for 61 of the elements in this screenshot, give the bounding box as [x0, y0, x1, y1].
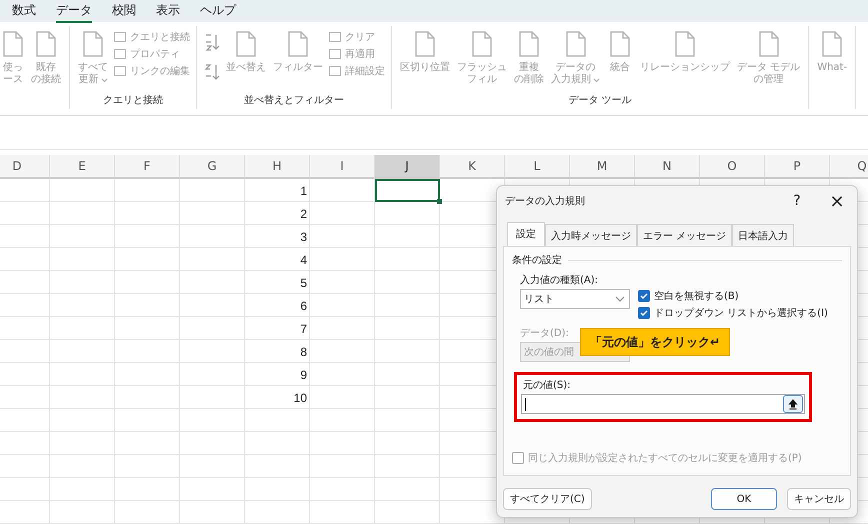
table-cell-text: 6	[299, 298, 308, 315]
allow-dropdown[interactable]: リスト	[520, 289, 630, 309]
dialog-tab[interactable]: 日本語入力	[732, 224, 794, 246]
group-label: クエリと接続	[103, 94, 163, 108]
column-header[interactable]: F	[115, 155, 180, 179]
cancel-button[interactable]: キャンセル	[787, 488, 851, 510]
column-header[interactable]: Q	[830, 155, 868, 179]
menu-tab[interactable]: ヘルプ	[200, 0, 236, 22]
table-cell-text: 10	[292, 390, 308, 407]
column-header[interactable]: K	[440, 155, 505, 179]
active-cell[interactable]	[375, 179, 440, 202]
menu-tab[interactable]: 数式	[12, 0, 36, 22]
column-header[interactable]: G	[180, 155, 245, 179]
column-header[interactable]: L	[505, 155, 570, 179]
group-label: データ ツール	[568, 94, 632, 108]
help-button[interactable]: ?	[777, 192, 817, 210]
column-header[interactable]: I	[310, 155, 375, 179]
table-cell-text: 8	[299, 344, 308, 361]
dialog-tab[interactable]: 入力時メッセージ	[545, 224, 637, 246]
ok-button[interactable]: OK	[711, 488, 777, 510]
table-cell-text: 2	[299, 206, 308, 223]
dialog-tab[interactable]: 設定	[507, 222, 545, 246]
table-cell-text: 1	[299, 183, 308, 200]
dialog-tab[interactable]: エラー メッセージ	[637, 224, 732, 246]
column-header[interactable]: E	[50, 155, 115, 179]
callout: 「元の値」をクリック↵	[580, 328, 730, 356]
checkbox-label: 同じ入力規則が設定されたすべてのセルに変更を適用する(P)	[528, 452, 802, 465]
field-label: 入力値の種類(A):	[520, 274, 598, 287]
field-label: データ(D):	[520, 327, 569, 340]
checkbox-label: ドロップダウン リストから選択する(I)	[654, 306, 828, 320]
column-header[interactable]: D	[0, 155, 50, 179]
upload-icon	[788, 398, 798, 410]
checkbox-label: 空白を無視する(B)	[654, 290, 739, 303]
group-label: 並べ替えとフィルター	[244, 94, 344, 108]
chevron-icon	[615, 296, 625, 302]
column-header[interactable]: P	[765, 155, 830, 179]
checkbox[interactable]	[512, 452, 524, 464]
sort-ascending-icon[interactable]	[203, 32, 221, 52]
menu-tab[interactable]: データ	[56, 0, 92, 22]
column-header[interactable]: N	[635, 155, 700, 179]
table-cell-text: 9	[299, 367, 308, 384]
section-heading: 条件の設定	[512, 254, 562, 267]
field-label: 元の値(S):	[523, 379, 572, 392]
column-header[interactable]: J	[375, 155, 440, 179]
close-button[interactable]: ×	[817, 190, 857, 212]
table-cell-text: 3	[299, 229, 308, 246]
menu-tab[interactable]: 表示	[156, 0, 180, 22]
table-cell-text: 5	[299, 275, 308, 292]
checkbox[interactable]	[638, 307, 650, 319]
clear-all-button[interactable]: すべてクリア(C)	[503, 488, 592, 510]
sort-descending-icon[interactable]	[203, 62, 221, 82]
table-cell-text: 4	[299, 252, 308, 269]
menu-tab[interactable]: 校閲	[112, 0, 136, 22]
checkbox[interactable]	[638, 290, 650, 302]
column-header[interactable]: H	[245, 155, 310, 179]
column-header[interactable]: M	[570, 155, 635, 179]
collapse-button[interactable]	[783, 395, 803, 413]
table-cell-text: 7	[299, 321, 308, 338]
dialog-title: データの入力規則	[505, 194, 586, 208]
column-header[interactable]: O	[700, 155, 765, 179]
source-field[interactable]	[521, 394, 805, 414]
